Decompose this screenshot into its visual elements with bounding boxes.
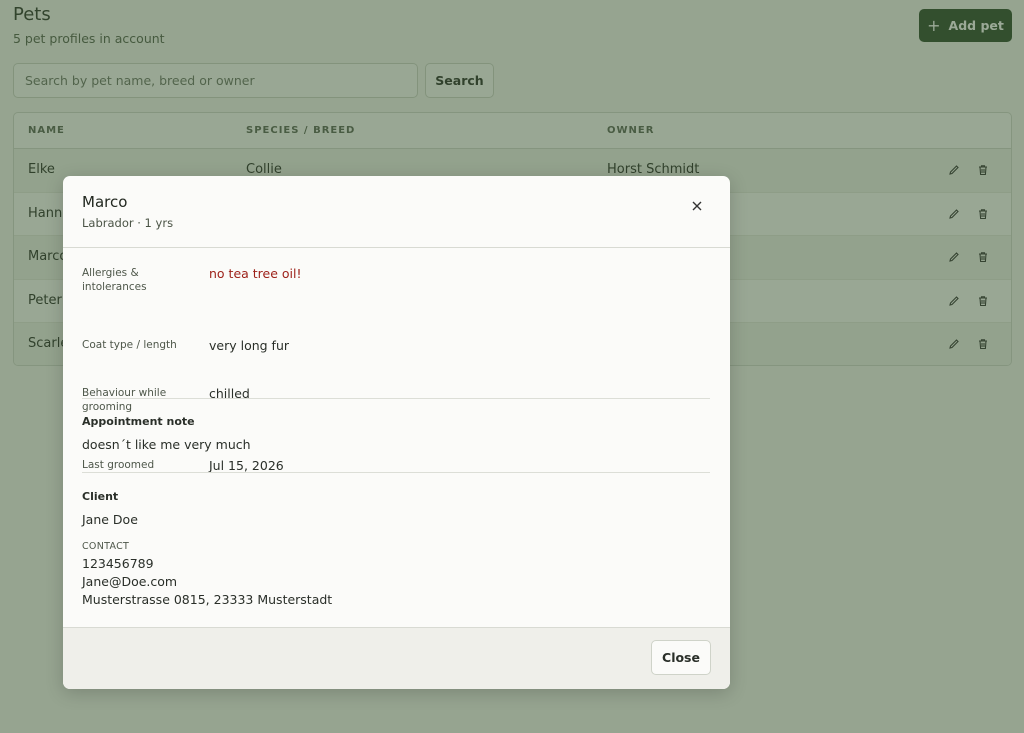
detail-value: Jul 15, 2026 [209, 458, 284, 473]
close-button[interactable]: Close [651, 640, 711, 675]
note-text: doesn´t like me very much [82, 437, 251, 452]
contact-label: CONTACT [82, 541, 130, 552]
detail-label: Last groomed [82, 459, 155, 471]
detail-label: Behaviour while grooming [82, 387, 167, 413]
client-label: Client [82, 490, 119, 503]
note-label: Appointment note [82, 415, 195, 428]
client-email: Jane@Doe.com [82, 574, 178, 589]
divider [82, 472, 710, 473]
client-phone: 123456789 [82, 556, 154, 571]
detail-label: Allergies & intolerances [82, 267, 147, 293]
divider [82, 398, 710, 399]
close-icon[interactable] [690, 198, 704, 212]
pet-detail-modal: Marco Labrador · 1 yrs Allergies & intol… [63, 176, 730, 689]
detail-value: no tea tree oil! [209, 266, 302, 281]
detail-label: Coat type / length [82, 339, 177, 351]
client-address: Musterstrasse 0815, 23333 Musterstadt [82, 592, 333, 607]
modal-header: Marco Labrador · 1 yrs [63, 176, 730, 248]
client-name: Jane Doe [82, 512, 138, 527]
modal-footer: Close [63, 627, 730, 689]
modal-subtitle: Labrador · 1 yrs [82, 216, 174, 230]
detail-value: very long fur [209, 338, 290, 353]
modal-title: Marco [82, 193, 128, 211]
